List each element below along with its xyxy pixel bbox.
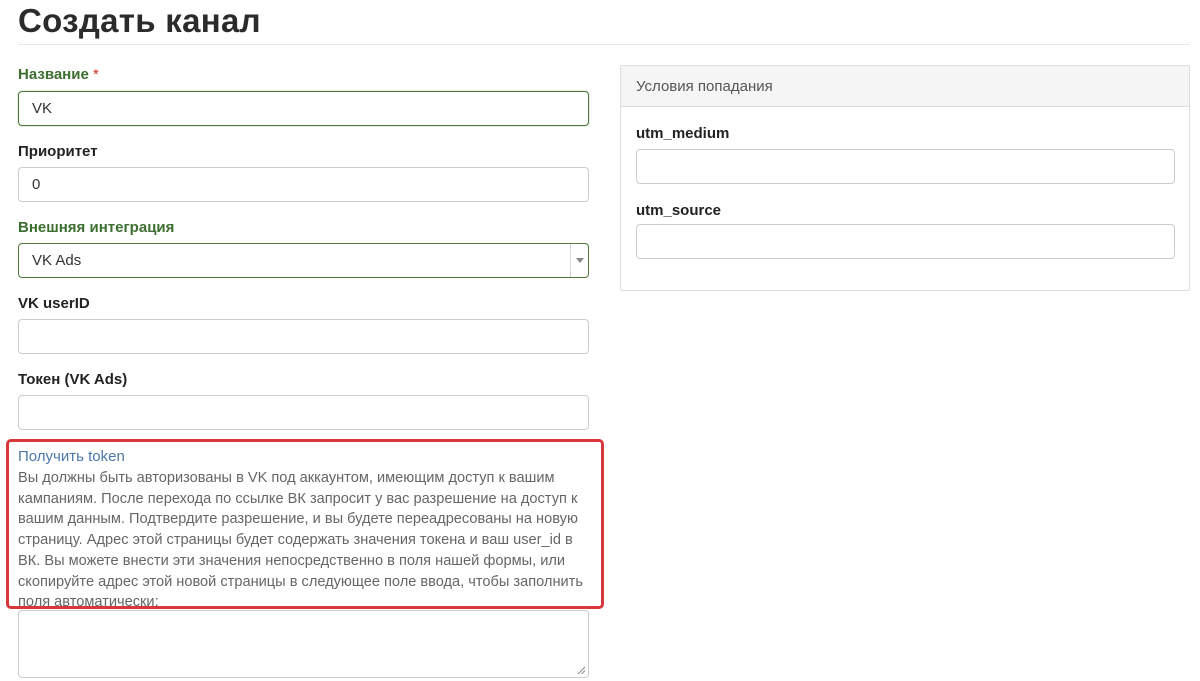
name-label: Название *	[18, 66, 99, 83]
priority-label: Приоритет	[18, 143, 98, 160]
utm-medium-input[interactable]	[636, 149, 1175, 184]
select-arrow-button[interactable]	[570, 244, 588, 277]
help-text: Вы должны быть авторизованы в VK под акк…	[18, 470, 583, 611]
chevron-down-icon	[575, 258, 584, 263]
conditions-panel: Условия попадания utm_medium utm_source	[620, 65, 1190, 291]
url-textarea[interactable]	[18, 610, 589, 678]
page-title: Создать канал	[18, 2, 261, 39]
integration-label: Внешняя интеграция	[18, 219, 175, 236]
vk-userid-label: VK userID	[18, 295, 90, 312]
utm-medium-label: utm_medium	[636, 125, 730, 142]
integration-select[interactable]: VK Ads	[18, 243, 589, 278]
name-input[interactable]	[18, 91, 589, 126]
utm-source-label: utm_source	[636, 202, 722, 219]
title-divider	[18, 44, 1190, 45]
integration-select-value: VK Ads	[32, 252, 82, 269]
vk-userid-input[interactable]	[18, 319, 589, 354]
resize-grip-icon[interactable]	[577, 666, 586, 675]
required-mark: *	[92, 66, 99, 83]
conditions-panel-header: Условия попадания	[621, 66, 1189, 107]
token-input[interactable]	[18, 395, 589, 430]
name-label-text: Название	[18, 66, 89, 83]
token-label: Токен (VK Ads)	[18, 371, 128, 388]
priority-input[interactable]	[18, 167, 589, 202]
utm-source-input[interactable]	[636, 224, 1175, 259]
get-token-link[interactable]: Получить token	[18, 448, 125, 465]
